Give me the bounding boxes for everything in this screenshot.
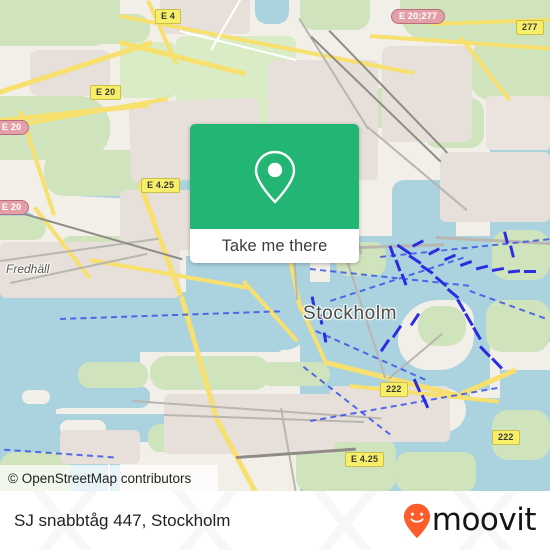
page-title: SJ snabbtåg 447, Stockholm xyxy=(14,510,231,530)
road-shield: E 20 xyxy=(0,120,30,135)
take-me-there-button[interactable]: Take me there xyxy=(190,229,359,263)
moovit-smiley-pin-icon xyxy=(403,503,430,538)
map-place-label: Fredhäll xyxy=(6,262,50,276)
road-shield: 277 xyxy=(516,20,544,35)
road-shield: E 4 xyxy=(155,9,182,24)
map-screenshot: E 4 E 20;277 277 E 20 E 20 E 4.25 E 20 222 222 E … xyxy=(0,0,550,550)
road-shield: E 20 xyxy=(0,200,30,215)
road-shield: E 20;277 xyxy=(391,9,446,24)
road-shield: 222 xyxy=(380,382,408,397)
road-shield: 222 xyxy=(492,430,520,445)
map-pin-icon xyxy=(254,150,295,204)
take-me-there-label: Take me there xyxy=(221,236,328,255)
road-shield: E 4.25 xyxy=(345,452,385,467)
osm-attribution[interactable]: © OpenStreetMap contributors xyxy=(0,465,218,491)
take-me-there-card[interactable]: Take me there xyxy=(190,124,359,263)
road-shield: E 20 xyxy=(90,85,122,100)
map-place-label: Stockholm xyxy=(303,303,398,324)
card-icon-area xyxy=(190,124,359,229)
osm-attribution-text: © OpenStreetMap contributors xyxy=(8,470,192,486)
moovit-logo[interactable]: moovit xyxy=(403,502,537,539)
footer-bar: SJ snabbtåg 447, Stockholm moovit xyxy=(0,491,550,550)
moovit-wordmark: moovit xyxy=(431,502,537,538)
road-shield: E 4.25 xyxy=(141,178,181,193)
